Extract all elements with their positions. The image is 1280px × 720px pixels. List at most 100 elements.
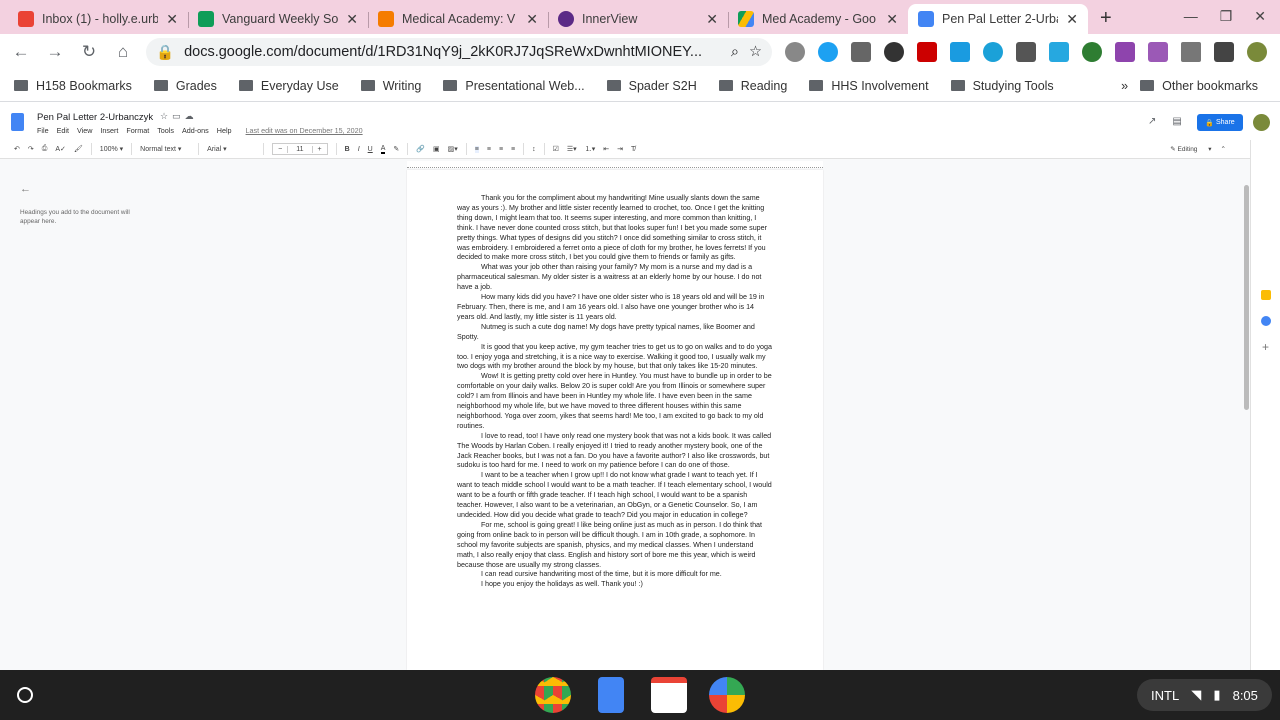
clear-formatting-icon[interactable]: T̸ xyxy=(631,146,635,153)
highlight-icon[interactable]: ✎ xyxy=(393,145,399,153)
comments-icon[interactable]: ▤ xyxy=(1172,116,1197,127)
system-tray[interactable]: INTL ◥ ▮ 8:05 xyxy=(1137,679,1272,711)
puzzle-icon[interactable] xyxy=(1214,42,1234,62)
bold-icon[interactable]: B xyxy=(345,146,350,153)
paragraph[interactable]: I want to be a teacher when I grow up!! … xyxy=(457,471,773,521)
extension-icon[interactable] xyxy=(851,42,871,62)
last-edit-link[interactable]: Last edit was on December 15, 2020 xyxy=(246,126,363,135)
bookmark-folder[interactable]: Everyday Use xyxy=(238,79,339,93)
close-outline-icon[interactable]: ← xyxy=(20,184,150,195)
pdf-icon[interactable] xyxy=(1148,42,1168,62)
redo-icon[interactable]: ↷ xyxy=(28,145,34,153)
comment-icon[interactable]: ▣ xyxy=(433,145,440,153)
align-center-icon[interactable]: ≡ xyxy=(487,146,491,153)
menu-view[interactable]: View xyxy=(77,126,92,135)
document-page[interactable]: Thank you for the compliment about my ha… xyxy=(407,170,823,670)
gmail-app-icon[interactable] xyxy=(651,677,687,713)
menu-format[interactable]: Format xyxy=(126,126,149,135)
browser-tab-active[interactable]: Pen Pal Letter 2-Urba ✕ xyxy=(908,4,1088,34)
activity-icon[interactable]: ↗ xyxy=(1148,116,1172,127)
docs-logo-icon[interactable] xyxy=(11,113,24,131)
docs-app-icon[interactable] xyxy=(598,677,624,713)
paragraph[interactable]: Nutmeg is such a cute dog name! My dogs … xyxy=(457,323,773,343)
bookmark-folder[interactable]: Spader S2H xyxy=(606,79,697,93)
url-text[interactable]: docs.google.com/document/d/1RD31NqY9j_2k… xyxy=(184,44,721,60)
account-avatar[interactable] xyxy=(1253,114,1270,131)
close-tab-icon[interactable]: ✕ xyxy=(526,11,538,28)
image-icon[interactable]: ▨▾ xyxy=(448,145,458,153)
back-icon[interactable]: ← xyxy=(4,42,38,62)
extension-icon[interactable] xyxy=(1049,42,1069,62)
paragraph[interactable]: I love to read, too! I have only read on… xyxy=(457,432,773,472)
move-folder-icon[interactable]: ▭ xyxy=(172,111,185,121)
justify-icon[interactable]: ≡ xyxy=(511,146,515,153)
chrome-icon[interactable] xyxy=(535,677,571,713)
paragraph[interactable]: Thank you for the compliment about my ha… xyxy=(457,194,773,263)
line-spacing-icon[interactable]: ↕ xyxy=(532,146,536,153)
decrease-indent-icon[interactable]: ⇤ xyxy=(603,145,609,153)
bookmark-folder[interactable]: HHS Involvement xyxy=(809,79,929,93)
menu-tools[interactable]: Tools xyxy=(157,126,174,135)
menu-insert[interactable]: Insert xyxy=(100,126,118,135)
increase-indent-icon[interactable]: ⇥ xyxy=(617,145,623,153)
document-title[interactable]: Pen Pal Letter 2-Urbanczyk xyxy=(37,112,153,123)
reload-icon[interactable]: ↻ xyxy=(72,42,106,62)
bookmark-folder[interactable]: Studying Tools xyxy=(950,79,1054,93)
extension-icon[interactable] xyxy=(983,42,1003,62)
new-tab-button[interactable]: + xyxy=(1088,7,1124,34)
font-size-stepper[interactable]: −11 + xyxy=(272,143,328,155)
launcher-icon[interactable] xyxy=(17,687,33,703)
minimize-icon[interactable]: — xyxy=(1184,8,1198,25)
close-tab-icon[interactable]: ✕ xyxy=(886,11,898,28)
style-select[interactable]: Normal text ▾ xyxy=(140,145,190,153)
paragraph[interactable]: How many kids did you have? I have one o… xyxy=(457,293,773,323)
tasks-icon[interactable] xyxy=(1260,316,1271,326)
extension-icon[interactable] xyxy=(950,42,970,62)
underline-icon[interactable]: U xyxy=(368,146,373,153)
bookmark-star-icon[interactable]: ☆ xyxy=(749,44,762,60)
browser-tab[interactable]: Vanguard Weekly So ✕ xyxy=(188,4,368,34)
close-tab-icon[interactable]: ✕ xyxy=(706,11,718,28)
text-color-icon[interactable]: A xyxy=(380,145,386,154)
paint-format-icon[interactable]: 🖌 xyxy=(74,145,83,153)
omnibox[interactable]: 🔒 docs.google.com/document/d/1RD31NqY9j_2… xyxy=(146,38,772,66)
spellcheck-icon[interactable]: A✓ xyxy=(55,145,66,153)
browser-tab[interactable]: Medical Academy: V ✕ xyxy=(368,4,548,34)
search-icon[interactable]: ⌕ xyxy=(731,44,739,60)
extension-icon[interactable] xyxy=(818,42,838,62)
numbered-list-icon[interactable]: ⒈▾ xyxy=(585,144,596,154)
extension-icon[interactable] xyxy=(1082,42,1102,62)
print-icon[interactable]: ⎙ xyxy=(42,145,48,153)
menu-edit[interactable]: Edit xyxy=(57,126,69,135)
paragraph[interactable]: What was your job other than raising you… xyxy=(457,263,773,293)
link-icon[interactable]: 🔗 xyxy=(416,145,425,153)
profile-avatar[interactable] xyxy=(1247,42,1267,62)
browser-tab[interactable]: Inbox (1) - holly.e.urb ✕ xyxy=(8,4,188,34)
undo-icon[interactable]: ↶ xyxy=(14,145,20,153)
scrollbar[interactable] xyxy=(1244,185,1249,410)
decrease-font-button[interactable]: − xyxy=(273,146,287,153)
ublock-icon[interactable] xyxy=(917,42,937,62)
bookmark-folder[interactable]: H158 Bookmarks xyxy=(14,79,132,93)
bookmark-folder[interactable]: Grades xyxy=(153,79,217,93)
font-size-input[interactable]: 11 xyxy=(287,145,313,153)
other-bookmarks[interactable]: Other bookmarks xyxy=(1140,79,1258,93)
share-button[interactable]: 🔒 Share xyxy=(1197,114,1243,131)
paragraph[interactable]: I hope you enjoy the holidays as well. T… xyxy=(457,580,773,590)
close-tab-icon[interactable]: ✕ xyxy=(346,11,358,28)
close-window-icon[interactable]: ✕ xyxy=(1254,8,1266,25)
menu-help[interactable]: Help xyxy=(217,126,232,135)
grid-icon[interactable] xyxy=(1181,42,1201,62)
bookmark-folder[interactable]: Presentational Web... xyxy=(443,79,585,93)
browser-tab[interactable]: InnerView ✕ xyxy=(548,4,728,34)
italic-icon[interactable]: I xyxy=(358,146,360,153)
paragraph[interactable]: For me, school is going great! I like be… xyxy=(457,521,773,571)
home-icon[interactable]: ⌂ xyxy=(106,42,140,62)
browser-tab[interactable]: Med Academy - Goo ✕ xyxy=(728,4,908,34)
bulleted-list-icon[interactable]: ☰▾ xyxy=(567,145,577,153)
align-right-icon[interactable]: ≡ xyxy=(499,146,503,153)
close-tab-icon[interactable]: ✕ xyxy=(166,11,178,28)
paragraph[interactable]: It is good that you keep active, my gym … xyxy=(457,343,773,373)
checklist-icon[interactable]: ☑ xyxy=(553,145,559,153)
ruler[interactable] xyxy=(0,159,1250,170)
